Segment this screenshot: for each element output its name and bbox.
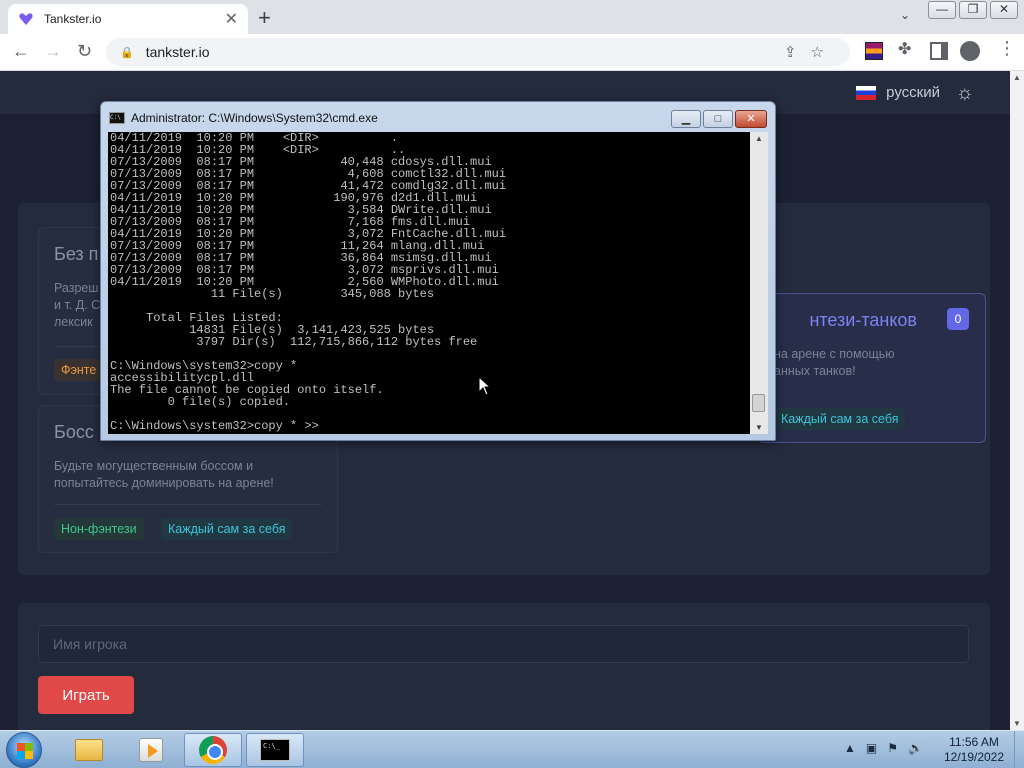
tag-free-for-all: Каждый сам за себя	[774, 408, 906, 430]
side-panel-icon[interactable]	[930, 42, 948, 60]
start-button[interactable]	[6, 732, 42, 768]
tab-search-icon[interactable]: ⌄	[900, 8, 910, 22]
extension-flag-icon[interactable]	[865, 42, 883, 60]
url-text: tankster.io	[145, 44, 210, 60]
tankster-heart-icon	[19, 13, 33, 25]
cmd-console-output[interactable]: 04/11/2019 10:20 PM <DIR> . 04/11/2019 1…	[108, 132, 750, 434]
taskbar-clock[interactable]: 11:56 AM 12/19/2022	[934, 735, 1014, 765]
lock-icon[interactable]: 🔒	[120, 46, 134, 59]
chrome-icon	[199, 736, 227, 764]
scroll-down-arrow-icon[interactable]: ▼	[1013, 719, 1021, 728]
game-mode-card-fantasy-tanks[interactable]: нтези-танков 0 на арене с помощью анных …	[758, 293, 986, 443]
windows-logo-icon	[17, 743, 33, 759]
clock-date: 12/19/2022	[943, 750, 1005, 764]
browser-tabstrip: Tankster.io ✕ + ⌄ — ❐ ✕	[0, 0, 1024, 34]
new-tab-button[interactable]: +	[258, 5, 271, 31]
cmd-maximize-button[interactable]: □	[703, 110, 733, 128]
card-title: Босс	[54, 422, 94, 442]
forward-icon[interactable]: →	[44, 41, 62, 62]
language-selector[interactable]: русский	[856, 84, 940, 101]
tab-title: Tankster.io	[44, 12, 102, 26]
restore-button[interactable]: ❐	[959, 1, 987, 19]
taskbar-explorer[interactable]	[60, 733, 118, 767]
cmd-titlebar[interactable]: C:\ Administrator: C:\Windows\System32\c…	[109, 111, 378, 125]
close-window-button[interactable]: ✕	[990, 1, 1018, 19]
share-icon[interactable]: ⇪	[784, 44, 811, 61]
language-label: русский	[886, 84, 940, 101]
player-count-badge: 0	[947, 308, 969, 330]
network-icon[interactable]: ▣	[866, 741, 877, 755]
card-description: Разреш и т. Д. С лексик	[54, 281, 101, 329]
taskbar-media-player[interactable]	[122, 733, 180, 767]
address-bar[interactable]: 🔒 tankster.io ⇪☆	[106, 38, 850, 66]
folder-icon	[75, 739, 103, 761]
cmd-icon: C:\	[109, 112, 125, 124]
show-hidden-icons-icon[interactable]: ▲	[844, 741, 856, 755]
theme-toggle-sun-icon[interactable]: ☼	[956, 82, 974, 105]
volume-icon[interactable]: 🔊	[908, 741, 923, 755]
cmd-title-text: Administrator: C:\Windows\System32\cmd.e…	[131, 111, 378, 125]
browser-menu-icon[interactable]: ⋮	[998, 38, 1016, 58]
tag-non-fantasy: Нон-фэнтези	[54, 518, 144, 540]
reload-icon[interactable]: ↻	[77, 41, 92, 62]
tag-free-for-all: Каждый сам за себя	[161, 518, 293, 540]
scroll-thumb[interactable]	[752, 394, 765, 412]
join-panel: Играть	[18, 603, 990, 730]
player-name-input[interactable]	[38, 625, 969, 663]
card-title: Без п	[54, 244, 99, 264]
browser-toolbar: ← → ↻ 🔒 tankster.io ⇪☆ ✤ ⋮	[0, 34, 1024, 71]
page-scrollbar[interactable]: ▲ ▼	[1010, 71, 1024, 730]
clock-time: 11:56 AM	[949, 735, 999, 749]
cmd-icon: C:\_	[260, 739, 290, 761]
cmd-window[interactable]: C:\ Administrator: C:\Windows\System32\c…	[100, 101, 776, 441]
extensions-puzzle-icon[interactable]: ✤	[898, 39, 916, 58]
card-title: нтези-танков	[809, 310, 917, 330]
console-text: 04/11/2019 10:20 PM <DIR> . 04/11/2019 1…	[110, 132, 507, 433]
play-button[interactable]: Играть	[38, 676, 134, 714]
browser-tab[interactable]: Tankster.io ✕	[8, 4, 248, 34]
show-desktop-button[interactable]	[1014, 731, 1024, 768]
back-icon[interactable]: ←	[12, 41, 30, 62]
media-player-icon	[139, 738, 163, 762]
windows-taskbar: C:\_ ▲ ▣ ⚑ 🔊 11:56 AM 12/19/2022	[0, 730, 1024, 768]
scroll-up-arrow-icon[interactable]: ▲	[755, 134, 763, 143]
minimize-button[interactable]: —	[928, 1, 956, 19]
card-description: Будьте могущественным боссом и попытайте…	[54, 459, 274, 490]
cmd-minimize-button[interactable]: ▁	[671, 110, 701, 128]
action-center-flag-icon[interactable]: ⚑	[887, 741, 898, 755]
close-tab-icon[interactable]: ✕	[225, 9, 238, 29]
card-description: на арене с помощью анных танков!	[774, 347, 895, 378]
taskbar-chrome[interactable]	[184, 733, 242, 767]
russia-flag-icon	[856, 85, 877, 100]
bookmark-star-icon[interactable]: ☆	[811, 44, 838, 61]
cmd-close-button[interactable]: ✕	[735, 110, 767, 128]
taskbar-cmd[interactable]: C:\_	[246, 733, 304, 767]
tag-fantasy: Фэнте	[54, 359, 104, 381]
scroll-down-arrow-icon[interactable]: ▼	[755, 423, 763, 432]
cmd-scrollbar[interactable]: ▲ ▼	[750, 132, 768, 434]
scroll-up-arrow-icon[interactable]: ▲	[1013, 73, 1021, 82]
profile-avatar-icon[interactable]	[960, 41, 980, 61]
system-tray: ▲ ▣ ⚑ 🔊	[844, 741, 923, 755]
